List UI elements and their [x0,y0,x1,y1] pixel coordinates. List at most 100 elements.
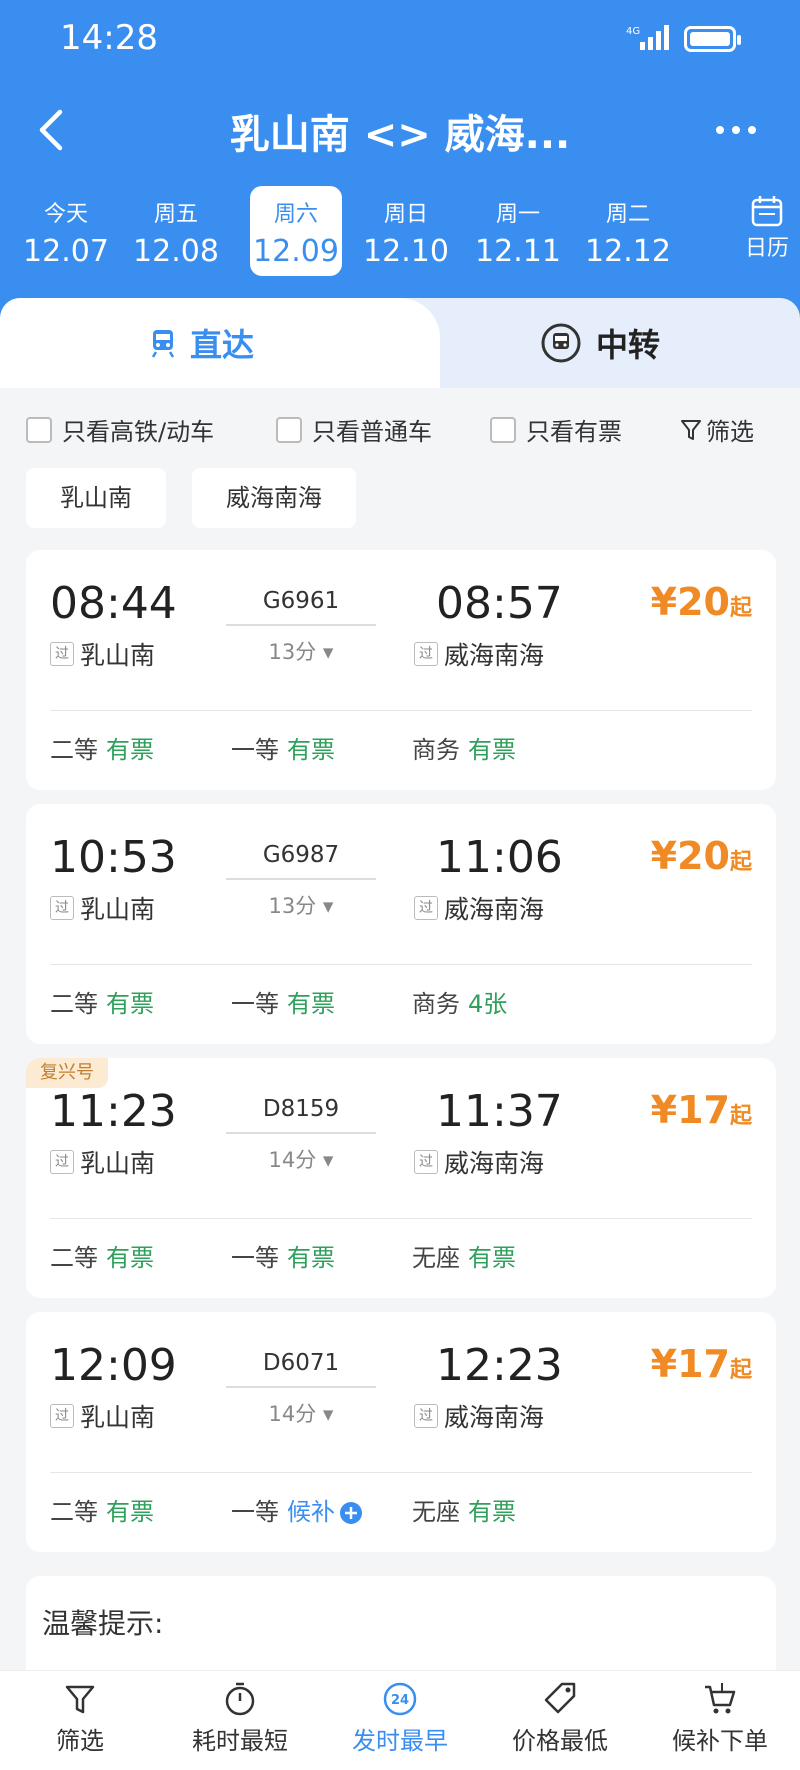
tip-title: 温馨提示: [42,1607,164,1640]
seat-no-seat: 无座 有票 [412,1498,516,1526]
date-item[interactable]: 周日 12.10 [360,186,452,276]
date-item[interactable]: 今天 12.07 [20,186,112,276]
departure-station: 过乳山南 [50,890,155,926]
seat-second-class: 二等 有票 [50,1498,154,1526]
price: ¥20起 [650,580,752,624]
battery-icon [684,26,741,52]
seat-first-class: 一等 有票 [231,1244,335,1272]
bottom-sort-bar: 筛选 耗时最短 24 发时最早 价格最低 候补下单 [0,1670,800,1770]
route-line [226,1386,376,1388]
train-icon [151,330,175,358]
filter-icon [65,1685,95,1714]
seat-second-class: 二等 有票 [50,1244,154,1272]
arrival-time: 08:57 [436,578,563,629]
train-number: G6987 [262,842,340,868]
arrival-time: 11:37 [436,1086,563,1137]
date-item[interactable]: 周五 12.08 [130,186,222,276]
departure-time: 08:44 [50,578,177,629]
departure-time: 10:53 [50,832,177,883]
status-time: 14:28 [60,18,158,58]
sort-shortest-button[interactable]: 耗时最短 [165,1681,315,1756]
train-number: D6071 [262,1350,340,1376]
train-card[interactable]: 10:53 G6987 13分 ▾ 11:06 过乳山南 过威海南海 ¥20起 … [26,804,776,1044]
departure-time: 11:23 [50,1086,177,1137]
duration[interactable]: 14分 ▾ [226,1398,376,1428]
pass-badge: 过 [50,642,74,666]
arrival-station: 过威海南海 [414,890,544,926]
pass-badge: 过 [50,1150,74,1174]
sort-cheapest-button[interactable]: 价格最低 [485,1681,635,1756]
train-number: G6961 [262,588,340,614]
seat-business: 商务 4张 [412,990,508,1018]
high-speed-checkbox[interactable]: 只看高铁/动车 [26,412,214,447]
pass-badge: 过 [414,1150,438,1174]
clock-24-icon: 24 [383,1682,417,1716]
signal-icon: 4G [626,25,669,50]
arrival-time: 12:23 [436,1340,563,1391]
route-type-tabs: 直达 中转 [0,298,800,388]
date-item[interactable]: 周一 12.11 [472,186,564,276]
normal-train-checkbox[interactable]: 只看普通车 [276,412,432,447]
arrival-time: 11:06 [436,832,563,883]
train-card[interactable]: 08:44 G6961 13分 ▾ 08:57 过乳山南 过威海南海 ¥20起 … [26,550,776,790]
route-line [226,624,376,626]
date-selector: 今天 12.07 周五 12.08 周六 12.09 周日 12.10 周一 12.11 … [20,186,800,276]
seat-business: 商务 有票 [412,736,516,764]
pass-badge: 过 [414,896,438,920]
price: ¥20起 [650,834,752,878]
timer-icon [225,1682,255,1716]
calendar-icon [751,196,783,227]
cart-icon [705,1683,736,1714]
svg-text:24: 24 [391,1693,409,1708]
pass-badge: 过 [414,642,438,666]
departure-station: 过乳山南 [50,636,155,672]
header: 14:28 4G 乳山南 <> 威海... 今天 12.07 周五 12.08 周六… [0,0,800,320]
route-line [226,878,376,880]
arrival-station: 过威海南海 [414,1398,544,1434]
calendar-button[interactable]: 日历 [726,186,800,276]
nav-bar: 乳山南 <> 威海... [0,90,800,170]
sort-filter-button[interactable]: 筛选 [5,1681,155,1756]
pass-badge: 过 [50,896,74,920]
train-number: D8159 [262,1096,340,1122]
route-line [226,1132,376,1134]
price: ¥17起 [650,1088,752,1132]
sort-earliest-button[interactable]: 24 发时最早 [325,1681,475,1756]
station-chip-arrival[interactable]: 威海南海 [192,468,356,528]
train-card[interactable]: 12:09 D6071 14分 ▾ 12:23 过乳山南 过威海南海 ¥17起 … [26,1312,776,1552]
filter-icon [681,419,701,440]
divider [50,1472,752,1473]
divider [50,964,752,965]
add-waitlist-icon[interactable] [339,1501,363,1525]
filter-button[interactable]: 筛选 [680,412,754,447]
departure-station: 过乳山南 [50,1398,155,1434]
fuxing-tag: 复兴号 [26,1058,108,1088]
calendar-label: 日历 [744,236,789,261]
network-label: 4G [626,26,640,37]
back-button[interactable] [30,106,74,154]
divider [50,710,752,711]
seat-second-class: 二等 有票 [50,990,154,1018]
seat-first-class: 一等 有票 [231,736,335,764]
date-item-selected[interactable]: 周六 12.09 [250,186,342,276]
duration[interactable]: 13分 ▾ [226,636,376,666]
seat-no-seat: 无座 有票 [412,1244,516,1272]
waitlist-order-button[interactable]: 候补下单 [645,1681,795,1756]
departure-time: 12:09 [50,1340,177,1391]
station-chip-departure[interactable]: 乳山南 [26,468,166,528]
available-only-checkbox[interactable]: 只看有票 [490,412,622,447]
duration[interactable]: 14分 ▾ [226,1144,376,1174]
tab-direct-label: 直达 [190,326,255,364]
seat-first-class: 一等 有票 [231,990,335,1018]
price-tag-icon [544,1682,576,1714]
date-item[interactable]: 周二 12.12 [582,186,674,276]
duration[interactable]: 13分 ▾ [226,890,376,920]
train-card[interactable]: 复兴号 11:23 D8159 14分 ▾ 11:37 过乳山南 过威海南海 ¥… [26,1058,776,1298]
seat-first-class[interactable]: 一等 候补 [231,1492,363,1527]
transfer-train-icon [541,323,581,363]
filter-row: 只看高铁/动车 只看普通车 只看有票 筛选 [0,388,800,462]
divider [50,1218,752,1219]
route-title: 乳山南 <> 威海... [229,112,571,158]
arrival-station: 过威海南海 [414,636,544,672]
more-button[interactable] [716,120,766,140]
